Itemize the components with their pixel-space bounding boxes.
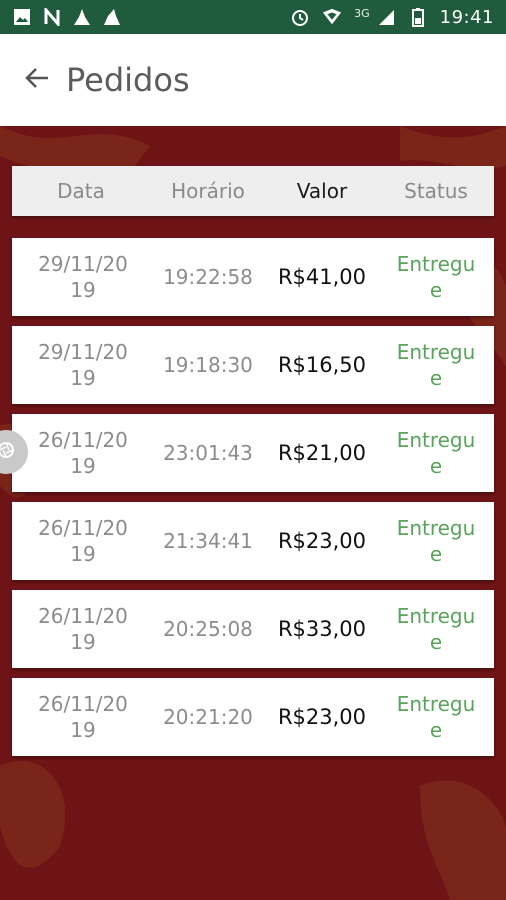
order-time: 21:34:41 [163, 529, 253, 553]
order-status: Entregue [396, 340, 476, 390]
signal-icon [376, 7, 396, 27]
image-icon [12, 7, 32, 27]
order-date: 29/11/2019 [38, 252, 128, 302]
table-row[interactable]: 26/11/2019 20:25:08 R$33,00 Entregue [12, 590, 494, 668]
order-date: 26/11/2019 [38, 604, 128, 654]
order-date: 26/11/2019 [38, 428, 128, 478]
order-status: Entregue [396, 252, 476, 302]
back-button[interactable] [14, 57, 60, 103]
orders-content: Data Horário Valor Status 29/11/2019 19:… [0, 126, 506, 900]
order-time: 20:21:20 [163, 705, 253, 729]
header-value[interactable]: Valor [266, 179, 378, 203]
status-bar: 3G 19:41 [0, 0, 506, 34]
order-status: Entregue [396, 604, 476, 654]
order-time: 23:01:43 [163, 441, 253, 465]
order-value: R$23,00 [277, 529, 367, 553]
order-time: 20:25:08 [163, 617, 253, 641]
header-time[interactable]: Horário [150, 179, 266, 203]
status-time: 19:41 [439, 6, 494, 28]
order-time: 19:18:30 [163, 353, 253, 377]
order-date: 29/11/2019 [38, 340, 128, 390]
battery-icon [408, 7, 428, 27]
order-date: 26/11/2019 [38, 692, 128, 742]
order-value: R$21,00 [277, 441, 367, 465]
order-value: R$41,00 [277, 265, 367, 289]
page-title: Pedidos [66, 61, 190, 99]
app-bar: Pedidos [0, 34, 506, 126]
n-icon [42, 7, 62, 27]
order-status: Entregue [396, 692, 476, 742]
network-type-label: 3G [354, 6, 370, 20]
alarm-icon [290, 7, 310, 27]
cleaner2-icon [102, 7, 122, 27]
order-value: R$23,00 [277, 705, 367, 729]
cleaner-icon [72, 7, 92, 27]
header-date[interactable]: Data [12, 179, 150, 203]
order-value: R$16,50 [277, 353, 367, 377]
aperture-icon [0, 441, 15, 463]
order-status: Entregue [396, 428, 476, 478]
order-date: 26/11/2019 [38, 516, 128, 566]
order-value: R$33,00 [277, 617, 367, 641]
order-status: Entregue [396, 516, 476, 566]
wifi-icon [322, 7, 342, 27]
arrow-left-icon [24, 65, 50, 95]
table-row[interactable]: 26/11/2019 20:21:20 R$23,00 Entregue [12, 678, 494, 756]
table-row[interactable]: 29/11/2019 19:18:30 R$16,50 Entregue [12, 326, 494, 404]
table-header: Data Horário Valor Status [12, 166, 494, 216]
header-status[interactable]: Status [378, 179, 494, 203]
table-row[interactable]: 26/11/2019 23:01:43 R$21,00 Entregue [12, 414, 494, 492]
table-row[interactable]: 26/11/2019 21:34:41 R$23,00 Entregue [12, 502, 494, 580]
table-row[interactable]: 29/11/2019 19:22:58 R$41,00 Entregue [12, 238, 494, 316]
order-time: 19:22:58 [163, 265, 253, 289]
